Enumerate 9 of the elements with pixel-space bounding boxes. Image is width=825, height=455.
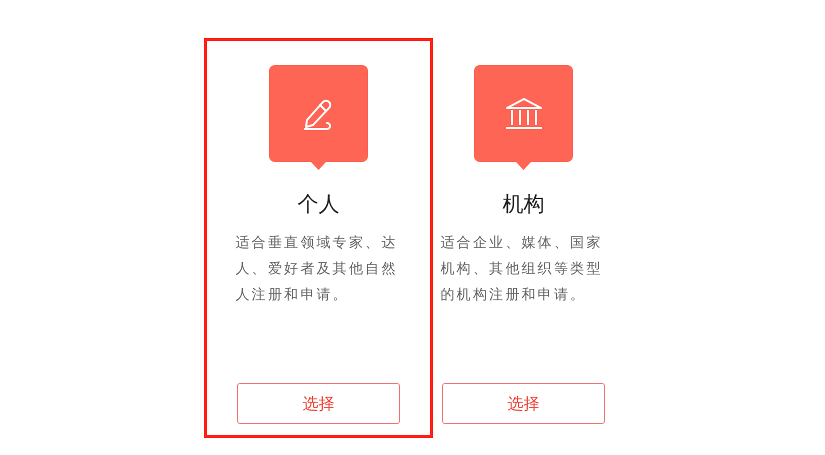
card-title: 机构 [502, 191, 544, 218]
card-title: 个人 [298, 191, 340, 218]
card-description: 适合垂直领域专家、达人、爱好者及其他自然人注册和申请。 [236, 234, 398, 305]
select-button[interactable]: 选择 [442, 383, 605, 424]
option-card[interactable]: 个人 适合垂直领域专家、达人、爱好者及其他自然人注册和申请。 选择 [216, 50, 421, 426]
card-description: 适合企业、媒体、国家机构、其他组织等类型的机构注册和申请。 [440, 234, 604, 305]
building-icon [504, 96, 544, 132]
option-card[interactable]: 机构 适合企业、媒体、国家机构、其他组织等类型的机构注册和申请。 选择 [421, 50, 626, 426]
select-button[interactable]: 选择 [237, 383, 400, 424]
